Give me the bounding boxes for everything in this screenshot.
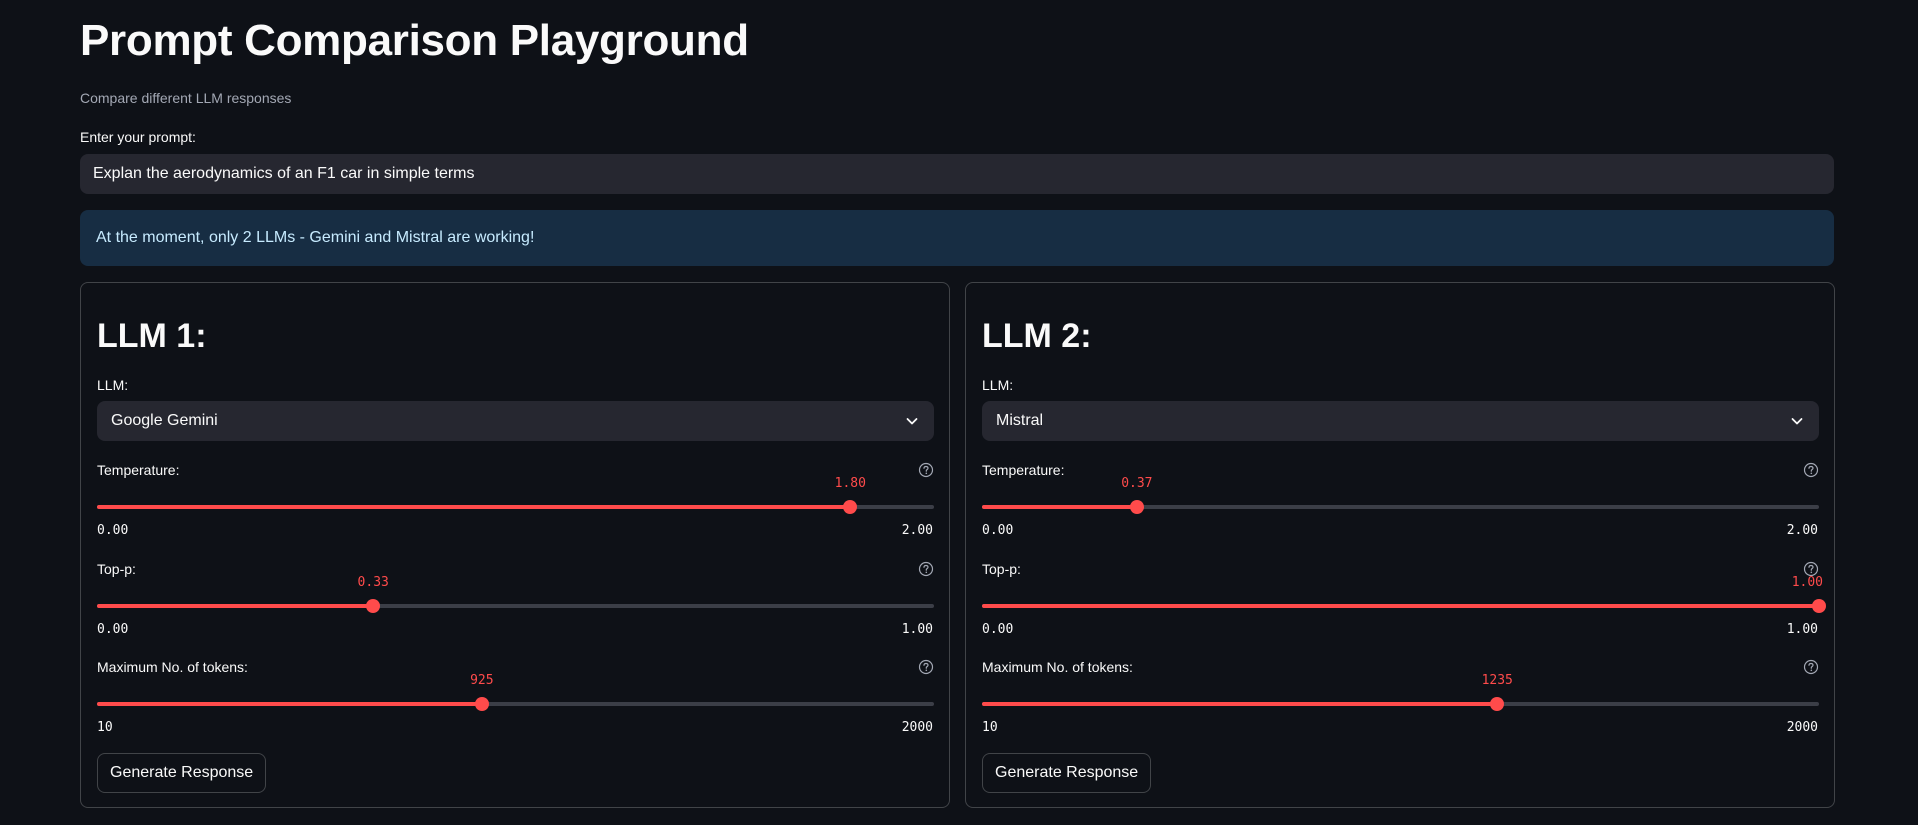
slider-min-label: 10 [982,720,998,735]
chevron-down-icon [1791,418,1803,425]
max-tokens-slider[interactable]: 925 [97,673,934,711]
llm-select-value: Google Gemini [111,412,218,429]
slider-fill [97,702,482,706]
slider-value: 0.37 [1121,476,1153,491]
slider-value: 1.80 [834,476,866,491]
top-p-slider[interactable]: 0.33 [97,575,934,613]
slider-value: 925 [470,673,494,688]
slider-fill [97,505,851,509]
slider-value: 1235 [1481,673,1513,688]
llm-select[interactable]: Google Gemini [97,401,934,441]
llm-select[interactable]: Mistral [982,401,1819,441]
slider-min-label: 10 [97,720,113,735]
slider-thumb[interactable] [474,697,489,711]
slider-thumb[interactable] [843,500,858,514]
chevron-down-icon [906,418,918,425]
slider-min-label: 0.00 [982,622,1014,637]
slider-max-label: 2000 [1786,720,1818,735]
info-alert: At the moment, only 2 LLMs - Gemini and … [80,210,1834,266]
llm-heading: LLM 2: [982,317,1092,355]
question-circle-icon[interactable] [918,561,934,577]
temperature-label: Temperature: [982,462,1065,478]
llm-heading: LLM 1: [97,317,207,355]
llm-select-value: Mistral [996,412,1044,429]
question-circle-icon[interactable] [918,462,934,478]
slider-fill [982,505,1137,509]
temperature-slider[interactable]: 0.37 [982,476,1819,514]
llm-select-label: LLM: [97,377,129,393]
generate-response-button[interactable]: Generate Response [97,753,267,793]
slider-fill [982,702,1498,706]
slider-max-label: 2.00 [1786,523,1818,538]
slider-fill [982,604,1819,608]
slider-max-label: 1.00 [901,622,933,637]
slider-thumb[interactable] [1812,599,1826,613]
slider-thumb[interactable] [366,599,381,613]
question-circle-icon[interactable] [1803,659,1819,675]
slider-min-label: 0.00 [97,622,129,637]
page-title: Prompt Comparison Playground [80,16,749,65]
max-tokens-label: Maximum No. of tokens: [97,659,248,675]
top-p-slider[interactable]: 1.00 [982,575,1826,613]
slider-max-label: 2.00 [901,523,933,538]
top-p-label: Top-p: [97,561,136,577]
slider-thumb[interactable] [1490,697,1505,711]
max-tokens-label: Maximum No. of tokens: [982,659,1133,675]
slider-value: 1.00 [1791,575,1823,590]
llm-select-label: LLM: [982,377,1014,393]
llm-column-1: LLM 1: LLM: Google Gemini Temperature: 1… [80,282,950,808]
slider-thumb[interactable] [1129,500,1144,514]
llm-column-2: LLM 2: LLM: Mistral Temperature: 0.37 0.… [965,282,1835,808]
slider-value: 0.33 [357,575,389,590]
temperature-label: Temperature: [97,462,180,478]
prompt-label: Enter your prompt: [80,129,196,145]
app-page: Prompt Comparison Playground Compare dif… [0,0,1918,825]
slider-max-label: 1.00 [1786,622,1818,637]
slider-fill [97,604,374,608]
page-subtitle: Compare different LLM responses [80,90,292,106]
slider-max-label: 2000 [901,720,933,735]
temperature-slider[interactable]: 1.80 [97,476,934,514]
generate-response-button[interactable]: Generate Response [982,753,1152,793]
prompt-input[interactable] [80,154,1834,194]
top-p-label: Top-p: [982,561,1021,577]
question-circle-icon[interactable] [918,659,934,675]
slider-min-label: 0.00 [982,523,1014,538]
question-circle-icon[interactable] [1803,462,1819,478]
max-tokens-slider[interactable]: 1235 [982,673,1819,711]
slider-min-label: 0.00 [97,523,129,538]
